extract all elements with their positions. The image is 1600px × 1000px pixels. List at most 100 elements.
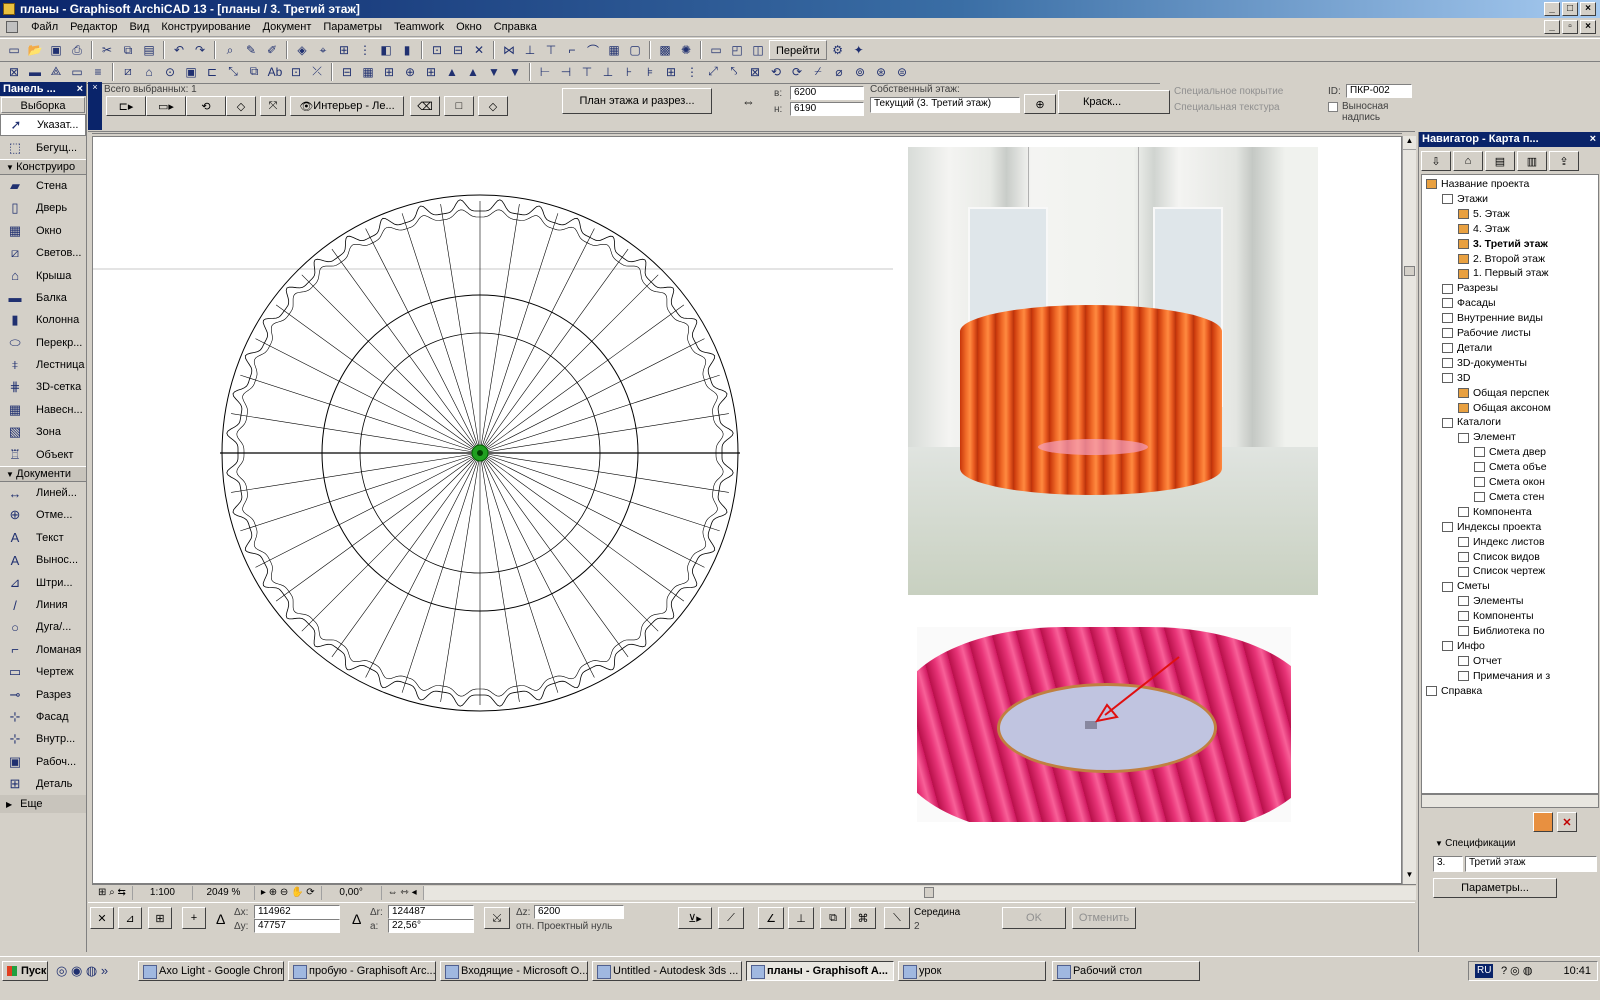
edit-tool-5-icon[interactable]: ⧄ xyxy=(118,62,138,82)
tool-design-11[interactable]: ▧ Зона xyxy=(0,421,86,443)
taskbar-item[interactable]: пробую - Graphisoft Arc... xyxy=(288,961,436,981)
tool-design-9[interactable]: ⋕ 3D-сетка xyxy=(0,376,86,398)
style-dropdown[interactable]: 👁 Интерьер - Ле... xyxy=(290,96,404,116)
trace-icon[interactable]: ⊡ xyxy=(427,40,447,60)
close-icon[interactable]: × xyxy=(1590,132,1596,147)
edit-icon[interactable]: ⌫ xyxy=(410,96,440,116)
tool-design-4[interactable]: ⌂ Крыша xyxy=(0,264,86,286)
edit-tool-14-icon[interactable]: ⤫ xyxy=(307,62,327,82)
edit-tool-24-icon[interactable]: ⊢ xyxy=(535,62,555,82)
tool-doc-4[interactable]: ⊿ Штри... xyxy=(0,571,86,593)
tree-item[interactable]: Примечания и з xyxy=(1458,669,1550,684)
split-icon[interactable]: ⋈ xyxy=(499,40,519,60)
edit-tool-30-icon[interactable]: ⊞ xyxy=(661,62,681,82)
snap-dropdown-icon[interactable]: ⊻▸ xyxy=(678,907,712,929)
tool-doc-10[interactable]: ⊹ Фасад xyxy=(0,706,86,728)
window-titlebar[interactable]: планы - Graphisoft ArchiCAD 13 - [планы … xyxy=(0,0,1600,18)
tool-design-12[interactable]: ♖ Объект xyxy=(0,443,86,465)
edit-tool-13-icon[interactable]: ⊡ xyxy=(286,62,306,82)
edit-tool-10-icon[interactable]: ⤡ xyxy=(223,62,243,82)
paste-icon[interactable]: ▤ xyxy=(139,40,159,60)
tree-item[interactable]: Индекс листов xyxy=(1458,535,1545,550)
edit-tool-3-icon[interactable]: ▭ xyxy=(67,62,87,82)
tree-hscrollbar[interactable] xyxy=(1421,794,1599,808)
tree-item[interactable]: 3D xyxy=(1442,371,1470,386)
tool-doc-12[interactable]: ▣ Рабоч... xyxy=(0,751,86,773)
edit-tool-6-icon[interactable]: ⌂ xyxy=(139,62,159,82)
offset-icon[interactable]: ⧉ xyxy=(820,907,846,929)
rotated-rectangle-icon[interactable]: ◇ xyxy=(478,96,508,116)
edit-tool-25-icon[interactable]: ⊣ xyxy=(556,62,576,82)
3d-view-icon[interactable]: ◰ xyxy=(727,40,747,60)
callout-checkbox[interactable] xyxy=(1328,102,1338,112)
zoom-value[interactable]: 2049 % xyxy=(193,885,255,900)
start-button[interactable]: Пуск xyxy=(2,961,48,981)
fillet-icon[interactable]: ⌐ xyxy=(562,40,582,60)
pick-icon[interactable]: ✎ xyxy=(241,40,261,60)
floor-plan-canvas[interactable] xyxy=(92,136,1402,884)
edit-tool-16-icon[interactable]: ▦ xyxy=(358,62,378,82)
taskbar-item[interactable]: Untitled - Autodesk 3ds ... xyxy=(592,961,742,981)
tool-doc-11[interactable]: ⊹ Внутр... xyxy=(0,728,86,750)
menu-item-2[interactable]: Вид xyxy=(123,18,155,37)
horizontal-scrollbar[interactable] xyxy=(423,885,1416,900)
maximize-button[interactable]: □ xyxy=(1562,2,1578,16)
menu-item-3[interactable]: Конструирование xyxy=(155,18,256,37)
edit-tool-33-icon[interactable]: ⤣ xyxy=(724,62,744,82)
edit-tool-40-icon[interactable]: ⊛ xyxy=(871,62,891,82)
edit-tool-35-icon[interactable]: ⟲ xyxy=(766,62,786,82)
tool-design-2[interactable]: ▦ Окно xyxy=(0,220,86,242)
tree-item[interactable]: Рабочие листы xyxy=(1442,326,1531,341)
tree-item[interactable]: Детали xyxy=(1442,341,1492,356)
layout-view-icon[interactable]: ◫ xyxy=(748,40,768,60)
scale-value[interactable]: 1:100 xyxy=(133,885,193,900)
cut-icon[interactable]: ✂ xyxy=(97,40,117,60)
tree-item[interactable]: Список видов xyxy=(1458,550,1540,565)
edit-tool-2-icon[interactable]: ⟁ xyxy=(46,62,66,82)
edit-tool-20-icon[interactable]: ▲ xyxy=(442,62,462,82)
angle-constraint-icon[interactable]: ∠ xyxy=(758,907,784,929)
print-icon[interactable]: ⎙ xyxy=(67,40,87,60)
close-icon[interactable]: × xyxy=(77,82,83,96)
dy-field[interactable]: 47757 xyxy=(254,919,340,933)
tree-item[interactable]: Индексы проекта xyxy=(1442,520,1541,535)
snap-icon[interactable]: ⌖ xyxy=(313,40,333,60)
tree-item[interactable]: Название проекта xyxy=(1426,177,1529,192)
pen-icon[interactable]: ▮ xyxy=(397,40,417,60)
tool-doc-2[interactable]: A Текст xyxy=(0,527,86,549)
taskbar-item[interactable]: планы - Graphisoft A... xyxy=(746,961,894,981)
tool-design-7[interactable]: ⬭ Перекр... xyxy=(0,332,86,354)
tool-doc-1[interactable]: ⊕ Отме... xyxy=(0,504,86,526)
fit-icons[interactable]: ⇔ ⇿ ◂ xyxy=(382,885,424,900)
edit-tool-11-icon[interactable]: ⧉ xyxy=(244,62,264,82)
menu-item-6[interactable]: Teamwork xyxy=(388,18,450,37)
edit-tool-29-icon[interactable]: ⊧ xyxy=(640,62,660,82)
tool-doc-9[interactable]: ⊸ Разрез xyxy=(0,683,86,705)
edit-tool-31-icon[interactable]: ⋮ xyxy=(682,62,702,82)
tool-design-1[interactable]: ▯ Дверь xyxy=(0,197,86,219)
taskbar-item[interactable]: Axo Light - Google Chrome xyxy=(138,961,284,981)
tree-item[interactable]: 1. Первый этаж xyxy=(1458,266,1549,281)
tool-arrow[interactable]: ➚ Указат... xyxy=(0,114,86,137)
edit-tool-41-icon[interactable]: ⊜ xyxy=(892,62,912,82)
snap-guide-icon[interactable]: ⌘ xyxy=(850,907,876,929)
new-folder-icon[interactable] xyxy=(1533,812,1553,832)
layout-book-icon[interactable]: ▥ xyxy=(1517,151,1547,171)
ok-button[interactable]: OK xyxy=(1002,907,1066,929)
floor-select[interactable]: Текущий (3. Третий этаж) xyxy=(870,97,1020,113)
render-icon[interactable]: ▩ xyxy=(655,40,675,60)
tool-design-10[interactable]: ▦ Навесн... xyxy=(0,399,86,421)
link-icon[interactable]: ⊕ xyxy=(1024,94,1056,114)
edit-tool-19-icon[interactable]: ⊞ xyxy=(421,62,441,82)
edit-tool-9-icon[interactable]: ⊏ xyxy=(202,62,222,82)
group-icon[interactable]: ▢ xyxy=(625,40,645,60)
geometry-method-button[interactable]: ⊏▸ xyxy=(106,96,146,116)
find-icon[interactable]: ⌕ xyxy=(220,40,240,60)
edit-tool-32-icon[interactable]: ⤢ xyxy=(703,62,723,82)
tool-doc-13[interactable]: ⊞ Деталь xyxy=(0,773,86,795)
tree-item[interactable]: Элементы xyxy=(1458,594,1523,609)
tree-item[interactable]: Компоненты xyxy=(1458,609,1534,624)
tree-item[interactable]: Смета объе xyxy=(1474,460,1547,475)
person-icon[interactable]: ✦ xyxy=(849,40,869,60)
specifications-header[interactable]: ▼ Спецификации xyxy=(1421,836,1599,852)
